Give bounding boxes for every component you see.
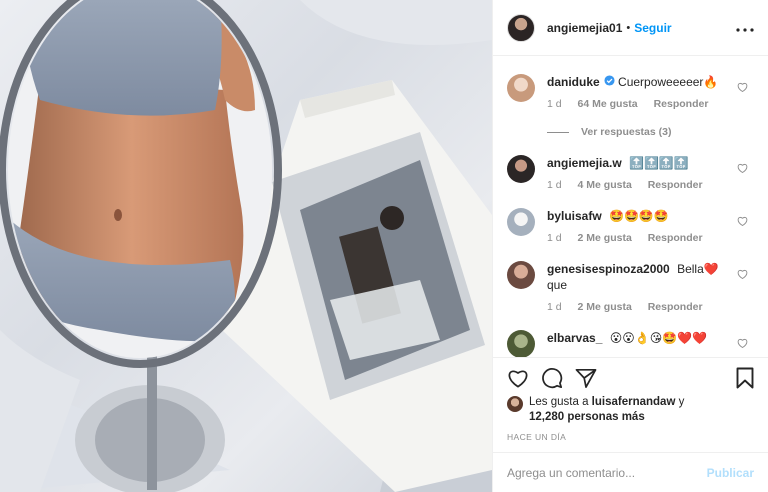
comment-time: 1 d xyxy=(547,301,562,313)
comment-bubble-icon[interactable] xyxy=(541,367,563,389)
comment-username[interactable]: genesisespinoza2000 xyxy=(547,262,670,276)
comment-likes[interactable]: 2 Me gusta xyxy=(578,301,632,313)
comment-text: 😮😮👌😘🤩❤️❤️ xyxy=(609,331,708,345)
likes-prefix: Les gusta a xyxy=(529,396,589,408)
like-comment-heart-icon[interactable] xyxy=(737,163,748,176)
comment-item: angiemejia.w 🔝🔝🔝🔝 1 d 4 Me gusta Respond… xyxy=(507,155,754,191)
comment-form: Agrega un comentario... Publicar xyxy=(493,452,768,492)
share-paper-plane-icon[interactable] xyxy=(575,368,597,388)
comment-item: elbarvas_ 😮😮👌😘🤩❤️❤️ xyxy=(507,330,754,357)
commenter-avatar[interactable] xyxy=(507,74,535,102)
post-photo-illustration xyxy=(0,0,492,492)
publish-button[interactable]: Publicar xyxy=(707,466,754,480)
save-bookmark-icon[interactable] xyxy=(736,367,754,389)
reply-button[interactable]: Responder xyxy=(654,98,709,110)
comment-item: genesisespinoza2000 Bella❤️ que 1 d 2 Me… xyxy=(507,261,754,313)
comment-item: daniduke Cuerpoweeeeer🔥 1 d 64 Me gusta … xyxy=(507,74,754,110)
comment-text: 🔝🔝🔝🔝 xyxy=(629,156,689,170)
comment-username[interactable]: elbarvas_ xyxy=(547,331,602,345)
more-options-icon[interactable] xyxy=(736,19,754,37)
like-comment-heart-icon[interactable] xyxy=(737,216,748,229)
post-sidebar: angiemejia01 • Seguir daniduke Cuerpowee… xyxy=(492,0,768,492)
likes-count[interactable]: 12,280 personas más xyxy=(529,411,645,423)
comment-username[interactable]: byluisafw xyxy=(547,209,602,223)
post-image[interactable] xyxy=(0,0,492,492)
liker-username[interactable]: luisafernandaw xyxy=(592,396,676,408)
post-header: angiemejia01 • Seguir xyxy=(493,0,768,56)
like-heart-icon[interactable] xyxy=(507,368,529,388)
likes-suffix: y xyxy=(678,396,685,408)
comment-text: 🤩🤩🤩🤩 xyxy=(609,209,669,223)
view-replies-button[interactable]: Ver respuestas (3) xyxy=(547,126,754,138)
comment-text: Cuerpoweeeeer🔥 xyxy=(618,75,719,89)
author-avatar[interactable] xyxy=(507,13,535,42)
like-comment-heart-icon[interactable] xyxy=(737,82,748,95)
reply-button[interactable]: Responder xyxy=(648,301,703,313)
liker-avatar[interactable] xyxy=(507,396,523,412)
comment-time: 1 d xyxy=(547,179,562,191)
likes-summary: Les gusta a luisafernandaw y 12,280 pers… xyxy=(507,395,758,425)
replies-line xyxy=(547,131,569,133)
comment-time: 1 d xyxy=(547,98,562,110)
commenter-avatar[interactable] xyxy=(507,155,535,183)
commenter-avatar[interactable] xyxy=(507,330,535,357)
post-timestamp[interactable]: HACE UN DÍA xyxy=(507,432,566,442)
follow-button[interactable]: Seguir xyxy=(634,21,671,35)
reply-button[interactable]: Responder xyxy=(648,232,703,244)
comment-likes[interactable]: 2 Me gusta xyxy=(578,232,632,244)
comment-likes[interactable]: 4 Me gusta xyxy=(578,179,632,191)
author-username[interactable]: angiemejia01 xyxy=(547,21,622,35)
comment-likes[interactable]: 64 Me gusta xyxy=(578,98,638,110)
verified-badge-icon xyxy=(604,75,615,89)
comment-username[interactable]: angiemejia.w xyxy=(547,156,622,170)
comment-item: byluisafw 🤩🤩🤩🤩 1 d 2 Me gusta Responder xyxy=(507,208,754,244)
reply-button[interactable]: Responder xyxy=(648,179,703,191)
commenter-avatar[interactable] xyxy=(507,208,535,236)
like-comment-heart-icon[interactable] xyxy=(737,338,748,351)
like-comment-heart-icon[interactable] xyxy=(737,269,748,282)
commenter-avatar[interactable] xyxy=(507,261,535,289)
view-replies-label: Ver respuestas (3) xyxy=(581,126,672,138)
comment-username[interactable]: daniduke xyxy=(547,75,600,89)
comment-input[interactable]: Agrega un comentario... xyxy=(507,466,635,480)
post-actions-bar xyxy=(493,357,768,397)
separator-dot: • xyxy=(626,21,631,34)
comment-time: 1 d xyxy=(547,232,562,244)
comments-list[interactable]: daniduke Cuerpoweeeeer🔥 1 d 64 Me gusta … xyxy=(493,57,768,357)
